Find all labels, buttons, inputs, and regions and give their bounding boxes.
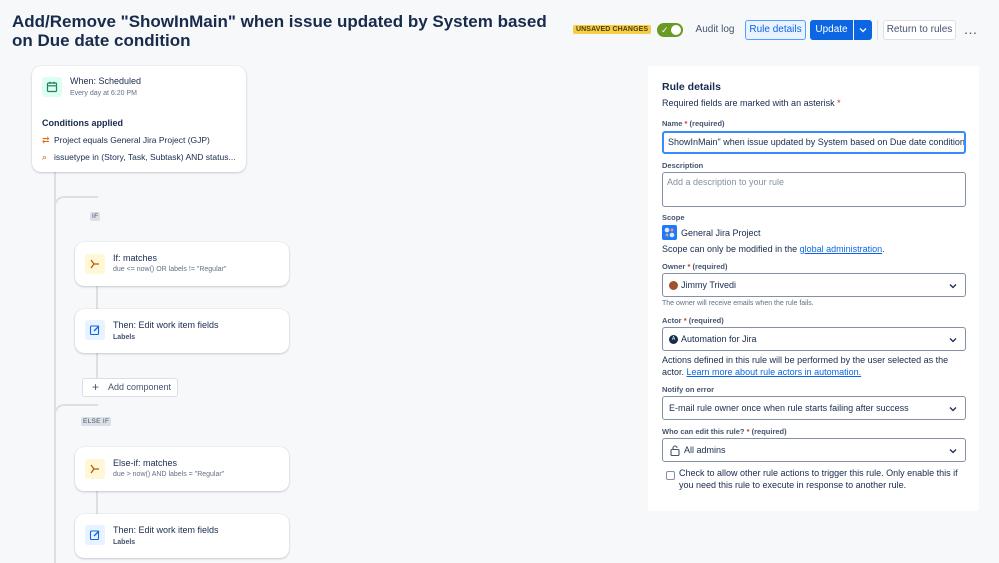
allow-trigger-checkbox[interactable] xyxy=(666,471,675,480)
notify-on-error-select[interactable]: E-mail rule owner once when rule starts … xyxy=(662,396,966,420)
chevron-down-icon xyxy=(949,338,957,343)
then-title: Then: Edit work item fields xyxy=(113,525,219,535)
scope-project: General Jira Project xyxy=(681,228,761,238)
actor-note: Actions defined in this rule will be per… xyxy=(662,355,949,377)
required-note: Required fields are marked with an aster… xyxy=(662,98,841,108)
panel-title: Rule details xyxy=(662,81,721,93)
else-if-tag: ELSE IF xyxy=(81,417,112,426)
page-title: Add/Remove "ShowInMain" when issue updat… xyxy=(12,12,547,50)
header-divider xyxy=(877,20,878,40)
rule-details-button[interactable]: Rule details xyxy=(745,20,806,40)
update-dropdown-button[interactable] xyxy=(854,20,872,40)
edit-icon xyxy=(85,320,105,340)
notify-label: Notify on error xyxy=(662,385,715,394)
calendar-icon xyxy=(42,77,62,97)
else-if-subtitle: due > now() AND labels = "Regular" xyxy=(113,471,225,478)
if-title: If: matches xyxy=(113,253,158,263)
automation-icon: A xyxy=(669,335,678,344)
if-tag: IF xyxy=(90,212,101,221)
connector-line xyxy=(96,489,98,515)
avatar xyxy=(669,281,678,290)
then-action-card[interactable]: Then: Edit work item fields Labels xyxy=(75,309,289,353)
connector-line xyxy=(96,284,98,310)
chevron-down-icon xyxy=(859,28,867,33)
plus-icon: + xyxy=(92,380,100,394)
condition-row: ⇄ Project equals General Jira Project (GJ… xyxy=(42,135,210,145)
owner-select[interactable]: Jimmy Trivedi xyxy=(662,273,966,297)
then-title: Then: Edit work item fields xyxy=(113,320,219,330)
actor-select[interactable]: A Automation for Jira xyxy=(662,327,966,351)
then-subtitle: Labels xyxy=(113,334,136,341)
trigger-title: When: Scheduled xyxy=(70,76,142,86)
edit-icon xyxy=(85,525,105,545)
swap-icon: ⇄ xyxy=(42,135,50,145)
audit-log-button[interactable]: Audit log xyxy=(690,20,740,40)
global-administration-link[interactable]: global administration xyxy=(800,244,883,254)
edit-permission-label: Who can edit this rule? * (required) xyxy=(662,427,787,436)
project-avatar-icon xyxy=(662,225,677,240)
chevron-down-icon xyxy=(949,284,957,289)
description-textarea[interactable]: Add a description to your rule xyxy=(662,172,966,207)
rule-enabled-toggle[interactable]: ✓ xyxy=(657,23,683,37)
chevron-down-icon xyxy=(949,449,957,454)
owner-label: Owner * (required) xyxy=(662,262,728,271)
scope-note: Scope can only be modified in the global… xyxy=(662,244,885,254)
rule-actors-link[interactable]: Learn more about rule actors in automati… xyxy=(687,367,862,377)
rule-details-panel: Rule details Required fields are marked … xyxy=(648,66,979,511)
return-to-rules-button[interactable]: Return to rules xyxy=(883,20,956,40)
scope-label: Scope xyxy=(662,213,685,222)
unlock-icon xyxy=(670,445,680,456)
add-component-button[interactable]: + Add component xyxy=(82,378,178,397)
name-label: Name * (required) xyxy=(662,119,725,128)
toggle-knob xyxy=(671,25,681,35)
if-subtitle: due <= now() OR labels != "Regular" xyxy=(113,266,227,273)
search-icon: ⌕ xyxy=(42,152,48,162)
check-icon: ✓ xyxy=(661,25,669,35)
if-condition-card[interactable]: If: matches due <= now() OR labels != "R… xyxy=(75,242,289,286)
trigger-card[interactable]: When: Scheduled Every day at 6:20 PM Con… xyxy=(32,66,246,172)
connector-line xyxy=(96,352,98,378)
else-if-title: Else-if: matches xyxy=(113,458,178,468)
description-label: Description xyxy=(662,161,704,170)
update-button[interactable]: Update xyxy=(810,20,853,40)
then-action-card[interactable]: Then: Edit work item fields Labels xyxy=(75,514,289,558)
else-if-condition-card[interactable]: Else-if: matches due > now() AND labels … xyxy=(75,447,289,491)
branch-icon xyxy=(85,459,105,479)
conditions-heading: Conditions applied xyxy=(42,118,123,128)
actor-label: Actor * (required) xyxy=(662,316,724,325)
owner-helper: The owner will receive emails when the r… xyxy=(662,300,814,307)
rule-name-input[interactable]: ShowInMain" when issue updated by System… xyxy=(662,131,966,154)
unsaved-changes-badge: UNSAVED CHANGES xyxy=(573,25,652,34)
trigger-subtitle: Every day at 6:20 PM xyxy=(70,90,137,97)
chevron-down-icon xyxy=(949,407,957,412)
edit-permission-select[interactable]: All admins xyxy=(662,438,966,462)
allow-trigger-label: Check to allow other rule actions to tri… xyxy=(679,468,958,490)
more-actions-icon[interactable]: … xyxy=(963,20,979,40)
connector-branch xyxy=(54,404,98,448)
branch-icon xyxy=(85,254,105,274)
then-subtitle: Labels xyxy=(113,539,136,546)
condition-row: ⌕ issuetype in (Story, Task, Subtask) AND… xyxy=(42,152,236,162)
